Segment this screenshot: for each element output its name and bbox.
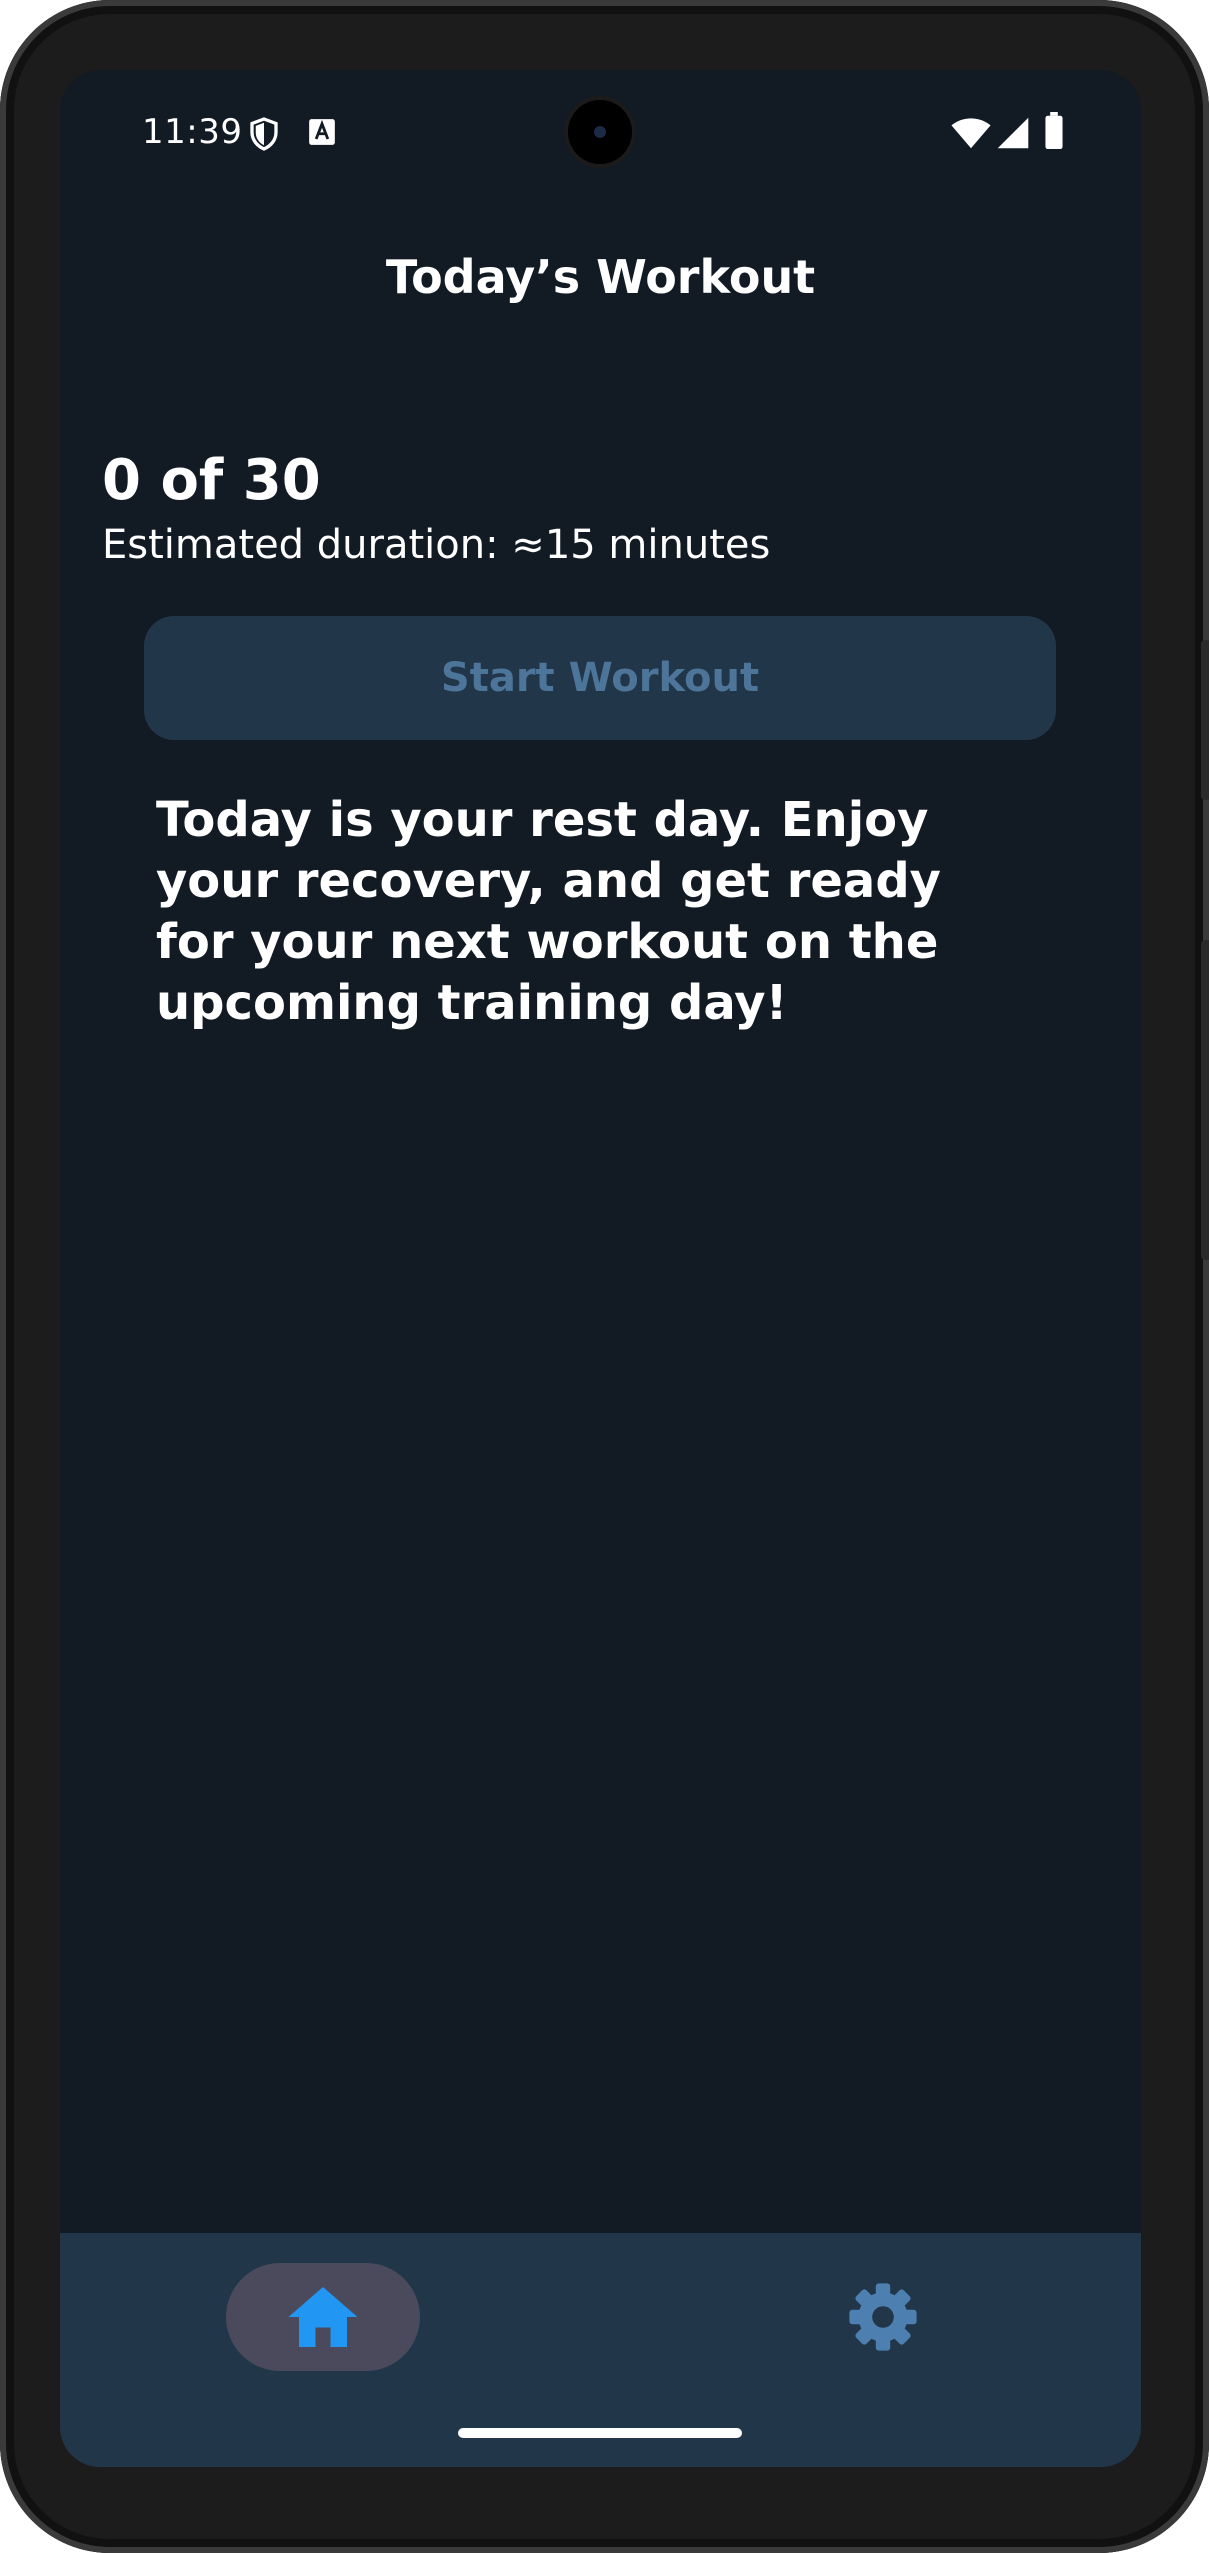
volume-button [1201,940,1209,1260]
front-camera [568,100,632,164]
battery-icon [1045,112,1063,150]
home-icon [288,2287,358,2347]
rest-day-message: Today is your rest day. Enjoy your recov… [156,792,941,1031]
shield-icon [250,117,278,151]
nav-home-tab[interactable] [226,2263,420,2371]
workout-progress-count: 0 of 30 [102,448,321,513]
start-workout-button[interactable]: Start Workout [144,616,1056,740]
page-title: Today’s Workout [385,250,816,304]
app-screen: 11:39 Today’s Workout 0 of 30 Estimated … [60,70,1141,2467]
bottom-navigation [60,2233,1141,2467]
status-time: 11:39 [142,112,243,152]
phone-frame: 11:39 Today’s Workout 0 of 30 Estimated … [0,0,1209,2553]
gear-icon [849,2283,917,2351]
gesture-home-indicator[interactable] [458,2428,742,2438]
status-bar: 11:39 [60,70,1141,190]
power-button [1201,640,1209,800]
estimated-duration: Estimated duration: ≈15 minutes [102,522,771,568]
a-icon [309,119,335,145]
signal-icon [997,117,1029,149]
wifi-icon [951,118,991,149]
nav-settings-tab[interactable] [786,2263,980,2371]
